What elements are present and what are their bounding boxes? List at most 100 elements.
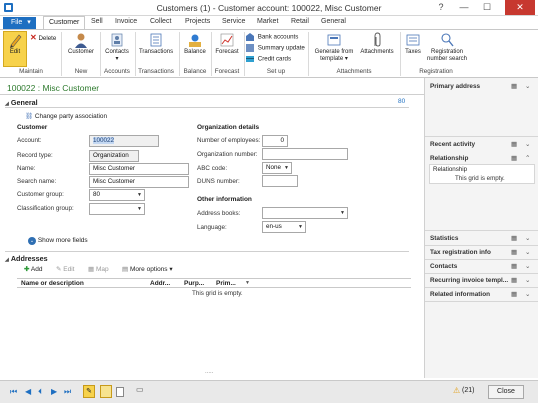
org-number-field[interactable] bbox=[262, 148, 348, 160]
previous-page-icon[interactable]: ⏴ bbox=[38, 387, 42, 397]
tab-projects[interactable]: Projects bbox=[185, 18, 210, 25]
file-menu-label: File bbox=[11, 19, 23, 26]
factbox-relationship[interactable]: Relationship bbox=[430, 155, 468, 162]
chevron-down-icon[interactable]: ⌄ bbox=[525, 276, 530, 284]
more-options-button[interactable]: ▤ More options ▾ bbox=[122, 265, 173, 273]
summary-update-button[interactable]: Summary update bbox=[246, 44, 305, 52]
show-more-fields-button[interactable]: ⌄ Show more fields bbox=[28, 237, 88, 245]
search-name-field[interactable]: Misc Customer bbox=[89, 176, 189, 188]
edit-address-button[interactable]: ✎ Edit bbox=[56, 265, 74, 273]
general-header-label: General bbox=[10, 98, 38, 107]
edit-button[interactable]: Edit bbox=[3, 31, 27, 67]
tab-invoice[interactable]: Invoice bbox=[115, 18, 137, 25]
new-customer-button[interactable]: Customer bbox=[64, 32, 98, 56]
add-address-button[interactable]: ✚ Add bbox=[24, 265, 42, 273]
chevron-down-icon[interactable]: ⌄ bbox=[525, 248, 530, 256]
customer-label: Customer bbox=[67, 49, 94, 55]
transactions-button[interactable]: Transactions bbox=[137, 32, 175, 56]
factbox-settings-icon[interactable]: ▦ bbox=[511, 234, 517, 242]
tab-collect[interactable]: Collect bbox=[150, 18, 171, 25]
factbox-settings-icon[interactable]: ▦ bbox=[511, 82, 517, 90]
edit-mode-icon[interactable]: ✎ bbox=[83, 385, 95, 398]
language-field[interactable]: en-us ▼ bbox=[262, 221, 306, 233]
relationship-column-header[interactable]: Relationship bbox=[433, 166, 467, 173]
attachments-button[interactable]: Attachments bbox=[357, 32, 397, 56]
chevron-down-icon[interactable]: ⌄ bbox=[525, 140, 530, 148]
customer-group-field[interactable]: 80 ▼ bbox=[89, 189, 145, 201]
chevron-up-icon[interactable]: ⌃ bbox=[525, 154, 530, 162]
column-header-address[interactable]: Addr... bbox=[150, 280, 170, 287]
maximize-button[interactable]: ☐ bbox=[476, 0, 498, 15]
document-icon[interactable] bbox=[116, 387, 124, 397]
chevron-down-icon[interactable]: ⌄ bbox=[525, 262, 530, 270]
column-header-primary[interactable]: Prim... bbox=[216, 280, 236, 287]
close-form-button[interactable]: Close bbox=[488, 385, 524, 399]
view-mode-icon[interactable] bbox=[100, 385, 112, 398]
factbox-settings-icon[interactable]: ▦ bbox=[511, 154, 517, 162]
taxes-button[interactable]: Taxes bbox=[402, 32, 424, 56]
tab-market[interactable]: Market bbox=[257, 18, 278, 25]
section-divider bbox=[5, 107, 409, 108]
resize-grip[interactable]: ..... bbox=[205, 369, 213, 375]
chevron-down-icon[interactable]: ⌄ bbox=[525, 290, 530, 298]
close-window-button[interactable]: ✕ bbox=[505, 0, 535, 15]
address-books-field[interactable]: ▼ bbox=[262, 207, 348, 219]
notification-icon[interactable]: ⚠ bbox=[453, 386, 460, 395]
factbox-settings-icon[interactable]: ▦ bbox=[511, 140, 517, 148]
factbox-recurring-invoice[interactable]: Recurring invoice templ... bbox=[430, 277, 508, 284]
chevron-down-icon[interactable]: ▼ bbox=[283, 164, 290, 172]
name-field[interactable]: Misc Customer bbox=[89, 163, 189, 175]
attachment-icon[interactable]: ▭ bbox=[136, 385, 144, 394]
generate-from-template-button[interactable]: Generate from template ▾ bbox=[310, 32, 358, 63]
factbox-tax-registration[interactable]: Tax registration info bbox=[430, 249, 491, 256]
tab-general[interactable]: General bbox=[321, 18, 346, 25]
addresses-section-header[interactable]: ◢ Addresses bbox=[5, 254, 48, 263]
tab-retail[interactable]: Retail bbox=[291, 18, 309, 25]
previous-record-icon[interactable]: ◀ bbox=[25, 387, 31, 396]
classification-group-field[interactable]: ▼ bbox=[89, 203, 145, 215]
minimize-button[interactable]: — bbox=[453, 0, 475, 15]
change-party-association-button[interactable]: ⛓ Change party association bbox=[25, 112, 107, 120]
factbox-contacts[interactable]: Contacts bbox=[430, 263, 457, 270]
tab-sell[interactable]: Sell bbox=[91, 18, 103, 25]
chevron-down-icon[interactable]: ▼ bbox=[297, 223, 304, 231]
factbox-settings-icon[interactable]: ▦ bbox=[511, 248, 517, 256]
factbox-settings-icon[interactable]: ▦ bbox=[511, 290, 517, 298]
chevron-down-icon[interactable]: ▼ bbox=[136, 205, 143, 213]
ribbon-tab-bar: File ▾ Customer Sell Invoice Collect Pro… bbox=[0, 16, 538, 30]
next-record-icon[interactable]: ▶ bbox=[51, 387, 57, 396]
bank-accounts-button[interactable]: Bank accounts bbox=[246, 33, 298, 41]
factbox-related-information[interactable]: Related information bbox=[430, 291, 490, 298]
file-menu-button[interactable]: File ▾ bbox=[3, 17, 36, 29]
column-header-name[interactable]: Name or description bbox=[21, 280, 84, 287]
help-button[interactable]: ? bbox=[430, 0, 452, 15]
factbox-settings-icon[interactable]: ▦ bbox=[511, 262, 517, 270]
tab-service[interactable]: Service bbox=[222, 18, 245, 25]
notification-count[interactable]: (21) bbox=[462, 387, 474, 394]
tab-customer[interactable]: Customer bbox=[43, 16, 86, 30]
factbox-settings-icon[interactable]: ▦ bbox=[511, 276, 517, 284]
chevron-down-icon[interactable]: ⌄ bbox=[525, 234, 530, 242]
chevron-down-icon[interactable]: ⌄ bbox=[525, 82, 530, 90]
account-field[interactable]: 100022 bbox=[89, 135, 159, 147]
balance-button[interactable]: Balance bbox=[181, 32, 209, 56]
duns-field[interactable] bbox=[262, 175, 298, 187]
factbox-statistics[interactable]: Statistics bbox=[430, 235, 458, 242]
factbox-primary-address[interactable]: Primary address bbox=[430, 83, 480, 90]
abc-code-field[interactable]: None ▼ bbox=[262, 162, 292, 174]
last-record-icon[interactable]: ⏭ bbox=[64, 387, 71, 397]
employees-field[interactable]: 0 bbox=[262, 135, 288, 147]
column-header-purpose[interactable]: Purp... bbox=[184, 280, 204, 287]
delete-button[interactable]: ✕ Delete bbox=[30, 33, 56, 42]
general-section-header[interactable]: ◢ General bbox=[5, 98, 38, 107]
column-filter-icon[interactable]: ▼ bbox=[245, 280, 250, 286]
map-button[interactable]: ▦ Map bbox=[88, 265, 109, 273]
contacts-button[interactable]: Contacts ▾ bbox=[102, 32, 132, 63]
credit-cards-button[interactable]: Credit cards bbox=[246, 55, 291, 63]
registration-number-search-button[interactable]: Registration number search bbox=[425, 32, 469, 63]
chevron-down-icon[interactable]: ▼ bbox=[136, 191, 143, 199]
factbox-recent-activity[interactable]: Recent activity bbox=[430, 141, 475, 148]
chevron-down-icon[interactable]: ▼ bbox=[339, 209, 346, 217]
forecast-button[interactable]: Forecast bbox=[213, 32, 241, 56]
first-record-icon[interactable]: ⏮ bbox=[10, 387, 17, 397]
